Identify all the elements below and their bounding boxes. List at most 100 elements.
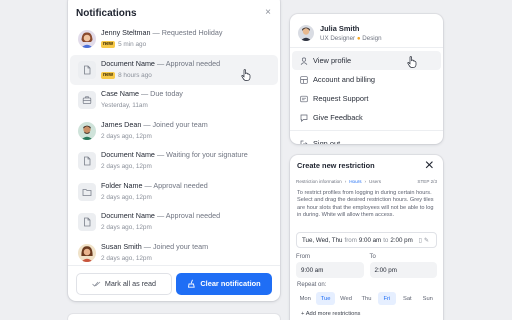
notification-subject: Document Name: [101, 58, 155, 68]
broom-icon: [188, 279, 196, 288]
menu-item-label: Sign out: [313, 139, 341, 144]
notification-text: Folder Name — Approval needed 2 days ago,…: [101, 181, 208, 202]
notifications-panel: Notifications × Jenny Steltman — Request…: [68, 0, 280, 301]
avatar: [78, 243, 96, 262]
list-item[interactable]: Susan Smith — Joined your team 2 days ago…: [70, 238, 278, 268]
repeat-label: Repeat on:: [297, 282, 327, 288]
notifications-title: Notifications: [76, 7, 137, 19]
profile-name: Julia Smith: [320, 23, 360, 33]
list-item[interactable]: Folder Name — Approval needed 2 days ago,…: [70, 177, 278, 207]
day-toggle-fri[interactable]: Fri: [377, 292, 397, 305]
profile-menu-list: View profile Account and billing Request S…: [290, 51, 443, 144]
notification-subject: Susan Smith: [101, 241, 142, 251]
notification-separator: —: [152, 28, 160, 37]
document-icon: [78, 60, 96, 79]
profile-menu: Julia Smith UX Designer ● Design View pr…: [290, 14, 443, 144]
pencil-icon[interactable]: ✎: [424, 238, 431, 244]
day-toggle-thu[interactable]: Thu: [357, 292, 375, 305]
range-days: Tue, Wed, Thu: [302, 236, 343, 244]
from-label: From: [296, 254, 310, 260]
notification-action: Approval needed: [165, 211, 221, 220]
notification-separator: —: [156, 58, 165, 68]
avatar: [298, 25, 314, 41]
avatar: [78, 121, 96, 140]
close-icon[interactable]: ×: [265, 8, 271, 18]
avatar: [78, 30, 96, 48]
from-time-input[interactable]: 9:00 am: [296, 262, 364, 278]
menu-item-give-feedback[interactable]: Give Feedback: [292, 108, 441, 127]
notification-meta: 2 days ago, 12pm: [101, 132, 208, 141]
notification-time: 2 days ago, 12pm: [101, 193, 152, 201]
notification-separator: —: [156, 150, 165, 159]
list-item[interactable]: Document Name — Waiting for your signatu…: [70, 146, 278, 176]
notification-subject: Case Name: [101, 89, 139, 98]
notification-text: Case Name — Due today Yesterday, 11am: [101, 89, 183, 110]
menu-item-request-support[interactable]: Request Support: [292, 89, 441, 108]
notification-meta: new 8 hours ago: [101, 71, 220, 80]
document-icon: [78, 213, 96, 231]
mark-all-read-button[interactable]: Mark all as read: [76, 272, 172, 295]
notification-time: 2 days ago, 12pm: [101, 132, 152, 140]
card-icon: [300, 95, 313, 103]
notification-separator: —: [140, 89, 149, 98]
notification-title: Document Name — Approval needed: [101, 211, 220, 221]
chevron-right-icon: ›: [344, 178, 347, 184]
notification-action: Approval needed: [153, 180, 208, 190]
menu-item-account-and-billing[interactable]: Account and billing: [292, 70, 441, 89]
profile-dept: Design: [362, 34, 382, 42]
notification-action: Requested Holiday: [161, 28, 223, 37]
step-counter: STEP 2/3: [417, 178, 437, 184]
status-badge: new: [101, 71, 116, 79]
add-more-restrictions-button[interactable]: + Add more restrictions: [290, 305, 443, 317]
step-3[interactable]: Users: [369, 179, 381, 184]
menu-item-view-profile[interactable]: View profile: [292, 51, 441, 70]
add-more-label: Add more restrictions: [305, 311, 361, 317]
menu-item-label: Give Feedback: [313, 113, 363, 122]
restriction-description: To restrict profiles from logging in dur…: [297, 190, 434, 219]
notification-action: Waiting for your signature: [166, 150, 248, 159]
menu-item-label: View profile: [313, 56, 352, 65]
day-toggle-wed[interactable]: Wed: [337, 292, 355, 305]
notification-title: Folder Name — Approval needed: [101, 181, 208, 191]
to-time-input[interactable]: 2:00 pm: [369, 262, 437, 278]
list-item[interactable]: Document Name — Approval needed 2 days ag…: [70, 207, 278, 237]
range-end: 2:00 pm: [390, 236, 413, 244]
list-item[interactable]: James Dean — Joined your team 2 days ago,…: [70, 116, 278, 146]
notifications-header: Notifications ×: [68, 0, 280, 26]
restriction-panel: Create new restriction × Restriction inf…: [290, 155, 443, 320]
list-item[interactable]: Document Name — Approval needed new 8 hour…: [70, 54, 278, 85]
notification-time: 2 days ago, 12pm: [101, 224, 152, 231]
step-2[interactable]: Hours: [349, 179, 361, 184]
notification-text: James Dean — Joined your team 2 days ago,…: [101, 120, 208, 141]
day-toggle-sat[interactable]: Sat: [398, 292, 416, 305]
notification-time: 2 days ago, 12pm: [101, 254, 152, 262]
document-icon: [78, 152, 96, 170]
notification-subject: James Dean: [101, 119, 142, 129]
to-label: To: [369, 254, 376, 260]
day-toggle-sun[interactable]: Sun: [419, 292, 437, 305]
list-item[interactable]: Jenny Steltman — Requested Holiday new 5 m…: [70, 24, 278, 54]
notification-subject: Folder Name: [101, 180, 143, 190]
step-1[interactable]: Restriction information: [296, 179, 342, 184]
day-toggle-mon[interactable]: Mon: [296, 292, 314, 305]
clear-notification-button[interactable]: Clear notification: [176, 272, 272, 295]
profile-role-title: UX Designer: [320, 34, 356, 42]
double-check-icon: [92, 281, 101, 287]
menu-item-sign-out[interactable]: Sign out: [292, 134, 441, 144]
notification-text: Document Name — Waiting for your signatu…: [101, 150, 248, 171]
to-field-group: To 2:00 pm: [369, 252, 437, 278]
from-field-group: From 9:00 am: [296, 252, 364, 278]
close-icon[interactable]: ×: [425, 157, 434, 175]
day-toggle-tue[interactable]: Tue: [316, 292, 335, 305]
list-item[interactable]: Case Name — Due today Yesterday, 11am: [70, 85, 278, 115]
day-selector: Mon Tue Wed Thu Fri Sat Sun: [290, 292, 443, 305]
notification-text: Document Name — Approval needed 2 days ag…: [101, 211, 220, 232]
range-from-word: from: [344, 236, 357, 244]
plus-icon: +: [301, 311, 305, 317]
notification-time: 2 days ago, 12pm: [101, 163, 152, 170]
profile-role: UX Designer ● Design: [320, 34, 382, 43]
profile-identity: Julia Smith UX Designer ● Design: [320, 24, 382, 43]
restriction-range[interactable]: Tue, Wed, Thu from 9:00 am to 2:00 pm ▯✎: [296, 232, 437, 248]
range-to-word: to: [383, 236, 389, 244]
notification-text: Jenny Steltman — Requested Holiday new 5 m…: [101, 28, 222, 49]
